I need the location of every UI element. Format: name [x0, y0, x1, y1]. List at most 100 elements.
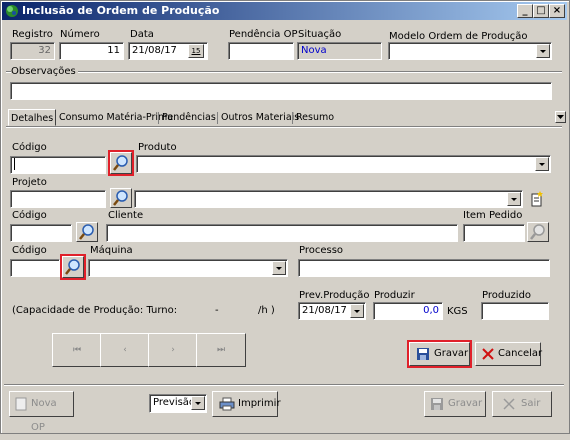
projeto-select[interactable] [134, 190, 523, 208]
cliente-codigo-field[interactable] [10, 224, 72, 242]
calendar-icon[interactable]: 15 [188, 44, 204, 58]
exit-icon [503, 398, 515, 410]
prev-producao-select[interactable]: 21/08/17 [298, 302, 366, 320]
produzir-label: Produzir [374, 290, 415, 301]
modelo-label: Modelo Ordem de Produção [389, 31, 528, 42]
gravar-button[interactable]: Gravar [407, 340, 472, 368]
search-icon [65, 259, 80, 275]
chevron-down-icon[interactable] [350, 304, 364, 318]
footer-gravar-button[interactable]: Gravar [424, 391, 486, 417]
produto-label: Produto [138, 142, 177, 153]
observacoes-label: Observações [11, 66, 78, 77]
cliente-label: Cliente [108, 210, 144, 221]
numero-label: Número [60, 29, 100, 40]
imprimir-label: Imprimir [238, 398, 281, 409]
data-label: Data [130, 29, 154, 40]
tab-separator [292, 112, 293, 124]
document-icon [15, 397, 27, 411]
gravar-label: Gravar [434, 348, 469, 359]
tab-separator [217, 112, 218, 124]
prev-producao-value: 21/08/17 [302, 305, 347, 316]
tab-outros-materiais[interactable]: Outros Materiais [221, 109, 299, 126]
cliente-codigo-label: Código [12, 210, 47, 221]
tab-consumo-materia-prima[interactable]: Consumo Matéria-Prima [59, 109, 173, 126]
chevron-down-icon[interactable] [535, 157, 549, 171]
search-icon [113, 155, 128, 171]
nav-last-button[interactable]: ⏭ [196, 333, 246, 367]
produto-search-button[interactable] [108, 150, 134, 176]
situacao-field: Nova [297, 42, 382, 60]
item-pedido-label: Item Pedido [463, 210, 523, 221]
tab-detalhes[interactable]: Detalhes [8, 109, 56, 126]
pendencia-field[interactable] [228, 42, 294, 60]
maquina-codigo-field[interactable] [10, 259, 60, 277]
nova-op-button[interactable]: Nova OP [9, 391, 74, 433]
maquina-label: Máquina [90, 245, 133, 256]
footer-gravar-label: Gravar [448, 398, 483, 409]
text-cursor [14, 158, 15, 170]
cancelar-button[interactable]: Cancelar [475, 342, 543, 366]
nav-prev-button[interactable]: ‹ [100, 333, 150, 367]
search-icon [79, 224, 94, 240]
item-pedido-field[interactable] [463, 224, 525, 242]
processo-label: Processo [299, 245, 344, 256]
tab-separator [158, 112, 159, 124]
produzido-field[interactable] [481, 302, 549, 320]
nav-next-button[interactable]: › [148, 333, 198, 367]
new-project-icon[interactable] [529, 190, 545, 208]
maquina-select[interactable] [88, 259, 288, 277]
projeto-codigo-field[interactable] [10, 190, 106, 208]
title-bar: Inclusão de Ordem de Produção _ □ × [2, 2, 567, 20]
printer-icon [219, 397, 235, 411]
projeto-search-button[interactable] [110, 188, 132, 208]
maquina-codigo-label: Código [12, 245, 47, 256]
close-button[interactable]: × [549, 4, 565, 18]
sair-button[interactable]: Sair [492, 391, 552, 417]
produzido-label: Produzido [482, 290, 532, 301]
app-icon [6, 5, 18, 17]
cliente-search-button[interactable] [76, 222, 98, 242]
imprimir-button[interactable]: Imprimir [212, 391, 281, 417]
data-value: 21/08/17 [132, 45, 177, 56]
modelo-select[interactable] [388, 42, 552, 60]
search-icon [530, 224, 545, 240]
tab-scroll-button[interactable] [555, 111, 566, 123]
tab-resumo[interactable]: Resumo [296, 109, 334, 126]
save-icon [417, 348, 429, 360]
observacoes-field[interactable] [10, 82, 552, 100]
item-pedido-search-button[interactable] [527, 222, 549, 242]
chevron-down-icon[interactable] [191, 396, 205, 410]
sair-label: Sair [521, 398, 541, 409]
footer-divider [4, 384, 564, 385]
nova-op-label: Nova OP [31, 398, 57, 433]
numero-field[interactable]: 11 [59, 42, 124, 60]
capacidade-dash: - [215, 305, 219, 316]
window-title: Inclusão de Ordem de Produção [22, 4, 220, 17]
situacao-label: Situação [298, 29, 342, 40]
projeto-label: Projeto [12, 177, 47, 188]
minimize-button[interactable]: _ [517, 4, 533, 18]
tab-strip-line [6, 126, 562, 127]
registro-field: 32 [10, 42, 55, 60]
registro-label: Registro [12, 29, 53, 40]
chevron-down-icon[interactable] [272, 261, 286, 275]
produto-codigo-field[interactable] [10, 156, 106, 174]
cliente-field[interactable] [106, 224, 458, 242]
chevron-down-icon[interactable] [536, 44, 550, 58]
processo-field[interactable] [298, 259, 550, 277]
produto-select[interactable] [136, 155, 551, 173]
previsao-select[interactable]: Previsão [149, 394, 207, 413]
close-icon [482, 348, 494, 360]
observacoes-divider [6, 71, 562, 72]
produzir-field[interactable]: 0,0 [373, 302, 443, 320]
pendencia-label: Pendência OP [229, 29, 298, 40]
maximize-button[interactable]: □ [533, 4, 549, 18]
prev-producao-label: Prev.Produção [299, 290, 370, 301]
nav-first-button[interactable]: ⏮ [52, 333, 102, 367]
cancelar-label: Cancelar [498, 348, 543, 359]
chevron-down-icon[interactable] [507, 192, 521, 206]
codigo-label: Código [12, 142, 47, 153]
produzir-unit: KGS [447, 306, 468, 317]
maquina-search-button[interactable] [60, 254, 86, 280]
tab-pendencias[interactable]: Pendências [162, 109, 216, 126]
